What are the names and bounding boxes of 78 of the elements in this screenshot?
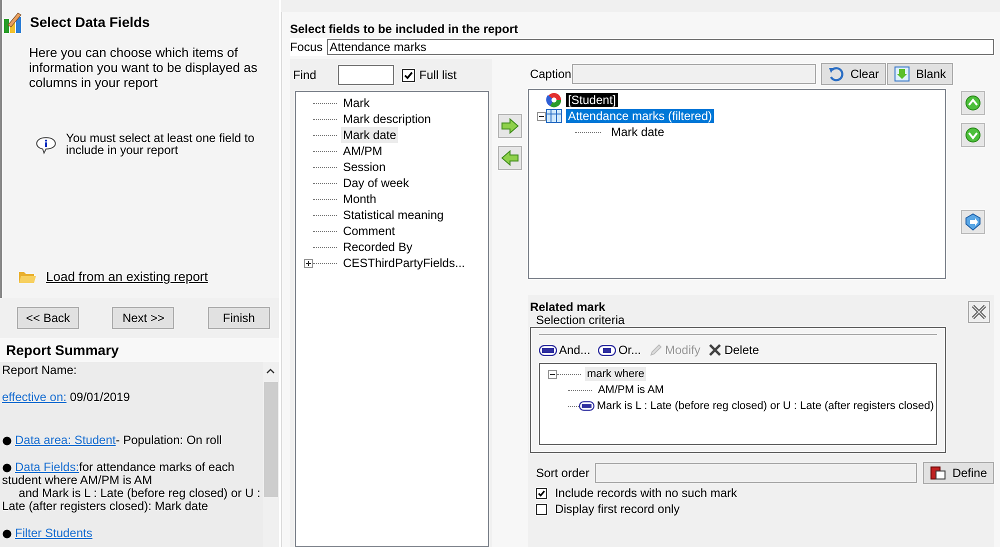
checkbox[interactable] — [536, 488, 547, 498]
book-icon — [930, 465, 946, 481]
add-arrow-button[interactable] — [498, 114, 522, 138]
folder-icon — [18, 270, 36, 284]
collapse-icon[interactable] — [548, 370, 557, 378]
field-item[interactable]: AM/PM — [340, 143, 384, 159]
toolbar-button[interactable]: And... — [538, 343, 590, 357]
wizard-title: Select Data Fields — [30, 14, 150, 30]
scrollbar[interactable] — [262, 362, 279, 547]
summary-link[interactable]: Data area: Student — [15, 433, 116, 447]
field-item[interactable]: Recorded By — [340, 239, 414, 255]
info-message: You must select at least one field to include in your report — [66, 132, 256, 158]
nav-button[interactable]: Next >> — [112, 307, 174, 329]
or-icon — [598, 344, 616, 356]
panel-title: Select fields to be included in the report — [290, 22, 519, 36]
nav-button[interactable]: Finish — [208, 307, 270, 329]
chart-pencil-icon — [4, 11, 24, 33]
remove-arrow-button[interactable] — [498, 146, 522, 170]
redirect-button[interactable] — [960, 210, 985, 234]
move-down-button[interactable] — [960, 123, 985, 147]
checkbox[interactable] — [402, 68, 416, 82]
field-item[interactable]: Mark — [340, 95, 372, 111]
clear-button[interactable]: Clear — [821, 63, 886, 85]
pencil-icon — [648, 343, 663, 357]
delete-icon — [708, 343, 722, 357]
option-label: Include records with no such mark — [554, 486, 738, 500]
criteria-node[interactable]: mark where — [584, 367, 646, 381]
focus-label: Focus — [290, 40, 323, 54]
move-up-button[interactable] — [960, 91, 985, 115]
expand-icon[interactable] — [304, 258, 313, 268]
table-icon — [546, 109, 562, 123]
summary-link[interactable]: Filter Students — [15, 526, 92, 540]
summary-entry: Data Fields:for attendance marks of each student where AM/PM is AM and Mark is L : Late (before reg closed) or U : Late (after registers closed): Mark date — [2, 461, 261, 513]
field-item[interactable]: Mark date — [340, 127, 398, 143]
field-item[interactable]: Statistical meaning — [340, 207, 446, 223]
tree-node[interactable]: [Student] — [566, 93, 618, 107]
blank-button[interactable]: Blank — [887, 63, 954, 85]
full-list-label: Full list — [419, 68, 457, 82]
related-mark-title: Related mark — [530, 301, 606, 314]
down-arrow-icon — [894, 66, 910, 82]
field-item[interactable]: CESThirdPartyFields... — [340, 255, 467, 271]
field-item[interactable]: Comment — [340, 223, 397, 239]
checkbox[interactable] — [536, 504, 547, 514]
tree-node[interactable]: Attendance marks (filtered) — [566, 109, 714, 123]
close-button[interactable] — [968, 301, 990, 323]
nav-button[interactable]: << Back — [17, 307, 79, 329]
focus-field[interactable]: Attendance marks — [326, 39, 994, 55]
load-report-link[interactable]: Load from an existing report — [46, 269, 208, 284]
field-item[interactable]: Day of week — [340, 175, 411, 191]
summary-link[interactable]: Data Fields: — [15, 460, 80, 474]
tree-node[interactable]: Mark date — [608, 125, 666, 139]
criteria-node[interactable]: AM/PM is AM — [596, 383, 666, 397]
option-label: Display first record only — [554, 502, 680, 516]
caption-field[interactable] — [572, 64, 816, 84]
selection-criteria-label: Selection criteria — [536, 314, 625, 327]
find-field[interactable] — [338, 65, 394, 85]
effective-date: 09/01/2019 — [70, 390, 130, 404]
criteria-node[interactable]: Mark is L : Late (before reg closed) or U : Late (after registers closed) — [594, 399, 936, 413]
field-item[interactable]: Session — [340, 159, 388, 175]
undo-icon — [828, 66, 844, 82]
and-icon — [579, 401, 595, 411]
field-item[interactable]: Mark description — [340, 111, 433, 127]
caption-label: Caption — [530, 67, 572, 81]
sort-order-field[interactable] — [595, 463, 918, 483]
toolbar-button[interactable]: Delete — [708, 343, 760, 357]
color-wheel-icon — [546, 92, 562, 108]
scroll-up-icon[interactable] — [266, 368, 276, 374]
field-item[interactable]: Month — [340, 191, 378, 207]
summary-title: Report Summary — [0, 338, 279, 362]
and-icon — [538, 344, 557, 356]
effective-on-link[interactable]: effective on: — [2, 390, 66, 404]
sort-order-label: Sort order — [536, 466, 590, 480]
wizard-description: Here you can choose which items of information you want to be displayed as columns in your report — [29, 45, 258, 90]
find-label: Find — [292, 68, 316, 82]
collapse-icon[interactable] — [536, 112, 546, 120]
define-button[interactable]: Define — [923, 462, 994, 484]
report-name-label: Report Name: — [2, 364, 78, 377]
toolbar-button[interactable]: Or... — [598, 343, 641, 357]
